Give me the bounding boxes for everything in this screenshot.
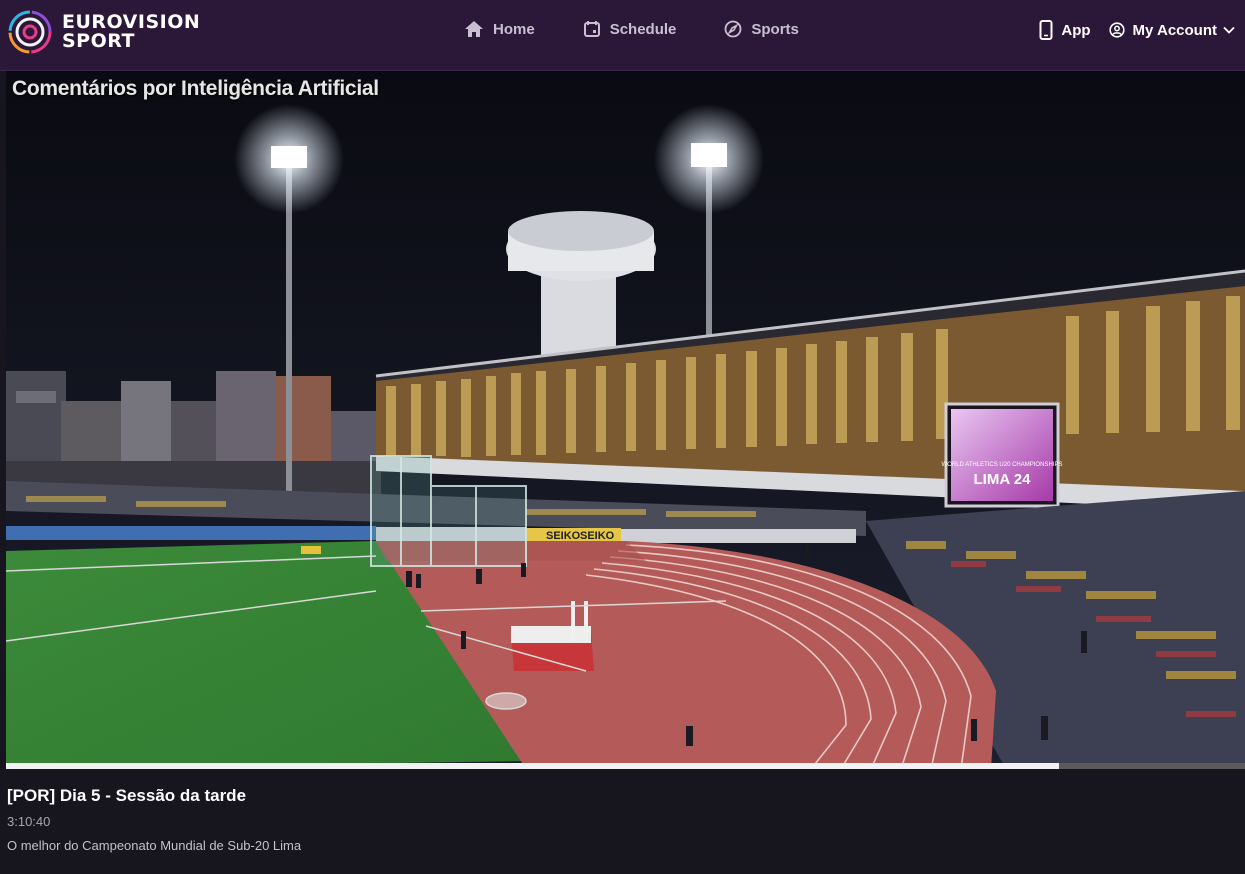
playback-progress-fill [6,763,1060,769]
nav-home-label: Home [493,20,535,38]
top-navigation-bar: EUROVISION SPORT Home Schedule Sports Ap… [0,0,1245,71]
logo-wordmark: EUROVISION SPORT [62,13,200,51]
chevron-down-icon [1223,26,1235,34]
eurovision-logo-icon [8,10,52,54]
phone-icon [1039,20,1053,40]
nav-home[interactable]: Home [464,20,535,38]
video-title: [POR] Dia 5 - Sessão da tarde [7,786,247,805]
video-player[interactable]: WORLD ATHLETICS U20 CHAMPIONSHIPS LIMA 2… [6,71,1245,769]
playback-progress-bar[interactable] [6,763,1245,769]
calendar-icon [583,21,600,37]
ad-board-seiko-1: SEIKO [546,530,581,542]
yellow-marker [301,546,321,554]
screen-text-lima: LIMA 24 [974,471,1032,488]
nav-sports[interactable]: Sports [724,20,799,38]
nav-sports-label: Sports [751,20,799,38]
main-nav: Home Schedule Sports [464,20,847,38]
header-actions: App My Account [1039,20,1235,40]
user-circle-icon [1108,22,1125,38]
ai-commentary-caption: Comentários por Inteligência Artificial [12,77,379,100]
brand-line-2: SPORT [62,30,135,52]
ad-board-seiko-2: SEIKO [580,530,615,542]
my-account-label: My Account [1132,21,1217,39]
stadium-video-frame: WORLD ATHLETICS U20 CHAMPIONSHIPS LIMA 2… [6,71,1245,769]
app-button[interactable]: App [1039,20,1091,40]
eurovision-sport-logo[interactable]: EUROVISION SPORT [8,10,200,54]
video-info: [POR] Dia 5 - Sessão da tarde 3:10:40 O … [7,786,301,853]
video-description: O melhor do Campeonato Mundial de Sub-20… [7,838,302,853]
video-duration: 3:10:40 [7,814,51,829]
nav-schedule-label: Schedule [609,20,677,38]
stadium-big-screen: WORLD ATHLETICS U20 CHAMPIONSHIPS LIMA 2… [942,402,1063,508]
app-button-label: App [1061,21,1091,39]
home-icon [465,21,483,37]
my-account-menu[interactable]: My Account [1108,21,1235,39]
screen-text-event: WORLD ATHLETICS U20 CHAMPIONSHIPS [942,462,1063,468]
nav-schedule[interactable]: Schedule [583,20,677,38]
compass-icon [724,20,742,38]
